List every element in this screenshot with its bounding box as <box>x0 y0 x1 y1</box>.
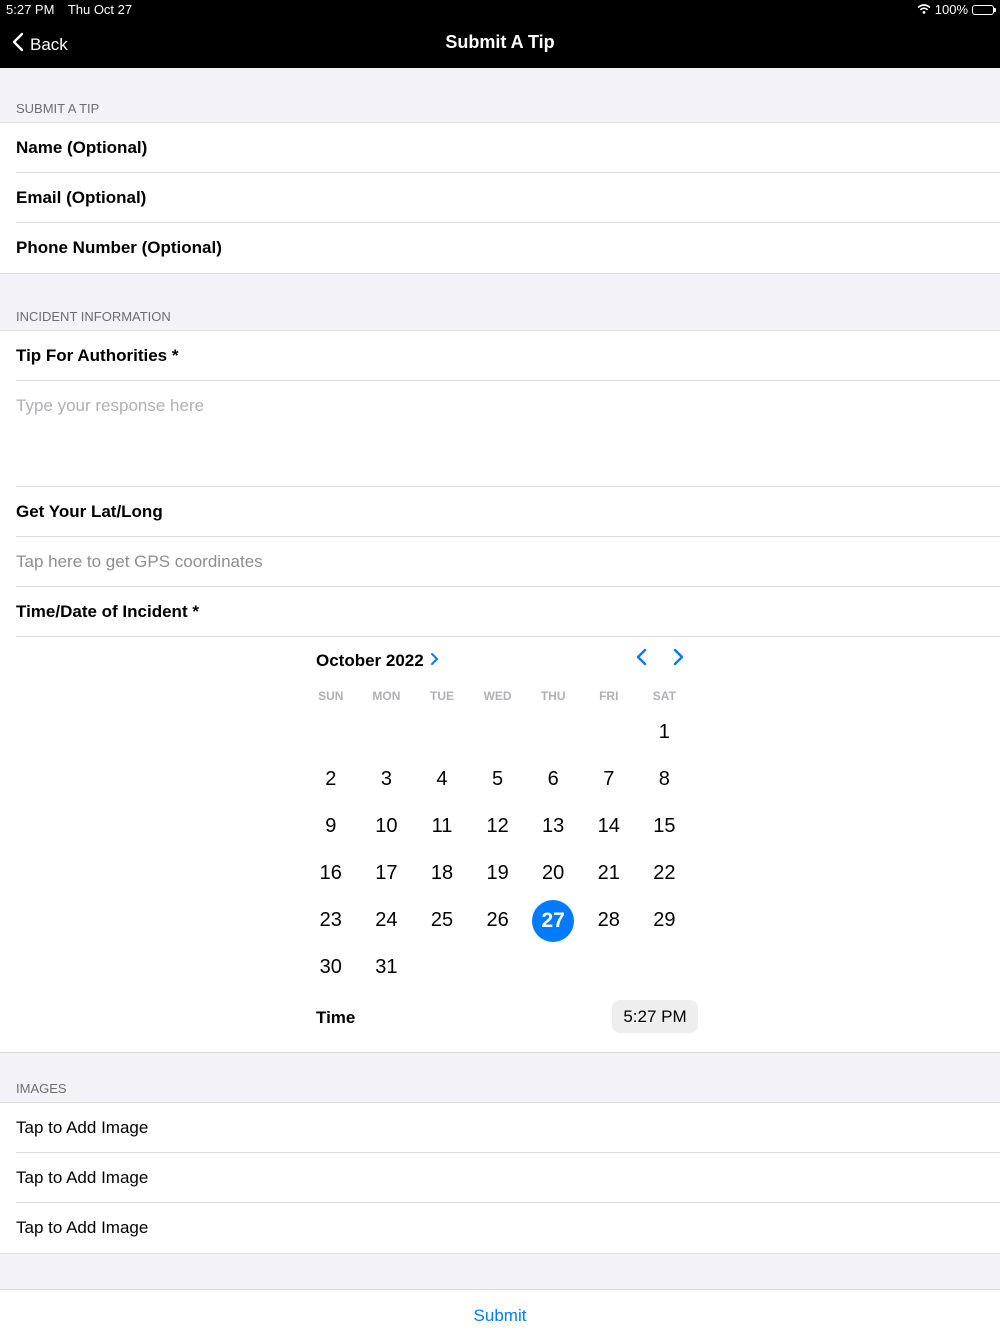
calendar-day[interactable]: 20 <box>525 850 581 897</box>
add-image-button[interactable]: Tap to Add Image <box>16 1103 1000 1153</box>
wifi-icon <box>917 2 931 17</box>
submit-group: Name (Optional) Email (Optional) Phone N… <box>0 122 1000 274</box>
calendar-day[interactable]: 12 <box>470 803 526 850</box>
calendar-empty-cell <box>359 709 415 756</box>
calendar-day[interactable]: 13 <box>525 803 581 850</box>
calendar-day[interactable]: 26 <box>470 897 526 944</box>
incident-group: Tip For Authorities * Type your response… <box>0 330 1000 1053</box>
calendar-day[interactable]: 7 <box>581 756 637 803</box>
phone-field[interactable]: Phone Number (Optional) <box>16 223 1000 273</box>
section-header-images: IMAGES <box>16 1081 67 1096</box>
add-image-button[interactable]: Tap to Add Image <box>16 1153 1000 1203</box>
time-label: Time <box>316 1008 356 1027</box>
calendar-day[interactable]: 5 <box>470 756 526 803</box>
calendar-day[interactable]: 30 <box>303 944 359 991</box>
name-field[interactable]: Name (Optional) <box>16 123 1000 173</box>
calendar-day[interactable]: 10 <box>359 803 415 850</box>
calendar-day-selected[interactable]: 27 <box>525 897 581 944</box>
calendar-empty-cell <box>470 709 526 756</box>
calendar-day[interactable]: 14 <box>581 803 637 850</box>
calendar-day[interactable]: 4 <box>414 756 470 803</box>
calendar-day[interactable]: 31 <box>359 944 415 991</box>
calendar-day[interactable]: 17 <box>359 850 415 897</box>
calendar-empty-cell <box>581 709 637 756</box>
calendar-day[interactable]: 1 <box>637 709 693 756</box>
weekday-label: SAT <box>652 689 676 703</box>
tip-textarea[interactable]: Type your response here <box>16 381 1000 487</box>
calendar-empty-cell <box>303 709 359 756</box>
time-row: Time 5:27 PM <box>316 1000 698 1034</box>
calendar-day[interactable]: 8 <box>637 756 693 803</box>
email-field[interactable]: Email (Optional) <box>16 173 1000 223</box>
month-selector[interactable]: October 2022 <box>316 651 439 671</box>
calendar-day[interactable]: 25 <box>414 897 470 944</box>
weekday-label: THU <box>540 689 566 703</box>
calendar-day[interactable]: 22 <box>637 850 693 897</box>
calendar-day[interactable]: 28 <box>581 897 637 944</box>
datetime-label: Time/Date of Incident * <box>16 587 1000 637</box>
gps-coordinates-button[interactable]: Tap here to get GPS coordinates <box>16 537 1000 587</box>
page-title: Submit A Tip <box>445 32 555 52</box>
calendar-empty-cell <box>414 709 470 756</box>
month-label: October 2022 <box>316 651 424 670</box>
calendar-day[interactable]: 16 <box>303 850 359 897</box>
weekday-label: WED <box>483 689 512 703</box>
add-image-button[interactable]: Tap to Add Image <box>16 1203 1000 1253</box>
battery-percent: 100% <box>934 2 968 17</box>
calendar-day[interactable]: 23 <box>303 897 359 944</box>
weekday-label: TUE <box>429 689 454 703</box>
status-time: 5:27 PM <box>6 2 55 17</box>
calendar-day[interactable]: 2 <box>303 756 359 803</box>
battery-icon <box>972 4 996 15</box>
section-header-incident: INCIDENT INFORMATION <box>16 309 171 324</box>
calendar-day[interactable]: 29 <box>637 897 693 944</box>
time-picker-button[interactable]: 5:27 PM <box>612 1000 698 1033</box>
weekday-header: SUN MON TUE WED THU FRI SAT <box>303 689 693 703</box>
selected-day-label: 27 <box>532 899 575 942</box>
section-header-submit: SUBMIT A TIP <box>16 101 100 116</box>
status-bar: 5:27 PM Thu Oct 27 100% <box>0 0 1000 20</box>
calendar-day[interactable]: 11 <box>414 803 470 850</box>
calendar-day[interactable]: 6 <box>525 756 581 803</box>
weekday-label: MON <box>372 689 401 703</box>
date-picker: October 2022 SUN MON TUE WED THU FRI SAT… <box>16 637 1000 1052</box>
calendar-day[interactable]: 19 <box>470 850 526 897</box>
tip-label: Tip For Authorities * <box>16 331 1000 381</box>
navigation-bar: Back Submit A Tip <box>0 20 1000 68</box>
status-date: Thu Oct 27 <box>67 2 133 17</box>
submit-button[interactable]: Submit <box>0 1306 1000 1326</box>
next-month-button[interactable] <box>672 647 686 673</box>
calendar-day[interactable]: 24 <box>359 897 415 944</box>
weekday-label: SUN <box>318 689 344 703</box>
weekday-label: FRI <box>599 689 619 703</box>
calendar-days: 1 2 3 4 5 6 7 8 9 10 11 12 13 14 15 16 17 18 19 20 21 22 23 24 2… <box>303 709 693 991</box>
calendar-empty-cell <box>525 709 581 756</box>
calendar-day[interactable]: 15 <box>637 803 693 850</box>
calendar-day[interactable]: 3 <box>359 756 415 803</box>
calendar-day[interactable]: 18 <box>414 850 470 897</box>
calendar-day[interactable]: 21 <box>581 850 637 897</box>
calendar-day[interactable]: 9 <box>303 803 359 850</box>
latlong-label: Get Your Lat/Long <box>16 487 1000 537</box>
chevron-right-small-icon <box>430 651 439 671</box>
submit-bar: Submit <box>0 1289 1000 1335</box>
previous-month-button[interactable] <box>634 647 648 673</box>
images-group: Tap to Add Image Tap to Add Image Tap to… <box>0 1102 1000 1254</box>
